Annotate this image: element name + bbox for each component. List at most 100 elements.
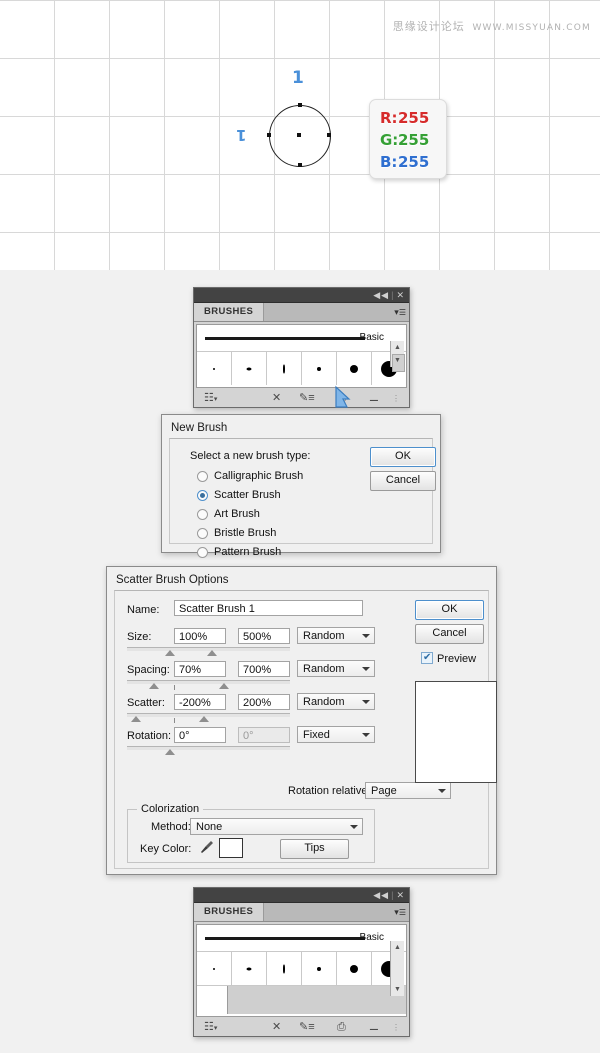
- param-min-input[interactable]: -200%: [174, 694, 226, 710]
- brush-type-option[interactable]: Bristle Brush: [197, 527, 303, 539]
- new-brush-slot[interactable]: [197, 986, 228, 1014]
- delete-brush-icon[interactable]: ⚊: [369, 392, 379, 405]
- param-max-input[interactable]: 500%: [238, 628, 290, 644]
- param-min-input[interactable]: 100%: [174, 628, 226, 644]
- new-brush-dialog[interactable]: New Brush Select a new brush type: Calli…: [161, 414, 441, 558]
- slider-thumb-min[interactable]: [149, 683, 159, 689]
- scroll-down-icon[interactable]: ▼: [392, 355, 403, 366]
- colorization-method-select[interactable]: None: [190, 818, 363, 835]
- scatter-brush-options-dialog[interactable]: Scatter Brush Options Name: Scatter Brus…: [106, 566, 497, 875]
- param-max-input[interactable]: 200%: [238, 694, 290, 710]
- cancel-button[interactable]: Cancel: [415, 624, 484, 644]
- panel-footer[interactable]: ☷▾ ✕ ✎≡ ⎙ ⚊ ⋮: [194, 1019, 409, 1036]
- scroll-down-icon[interactable]: ▼: [392, 984, 403, 995]
- param-label: Rotation:: [127, 730, 172, 742]
- param-slider-track[interactable]: [127, 746, 290, 755]
- collapse-icon[interactable]: ◀◀: [373, 890, 389, 900]
- radio-button[interactable]: [197, 546, 208, 558]
- scroll-up-icon[interactable]: ▲: [392, 342, 403, 353]
- brushes-panel-top[interactable]: ◀◀|✕ BRUSHES ▾☰ Basic ▲ ▼ ☷▾ ✕ ✎≡ ⎙ ⚊ ⋮: [193, 287, 410, 408]
- key-color-swatch[interactable]: [219, 838, 243, 858]
- tips-button[interactable]: Tips: [280, 839, 349, 859]
- options-of-selected-object-icon[interactable]: ✎≡: [299, 1021, 315, 1034]
- slider-thumb-min[interactable]: [165, 749, 175, 755]
- color-readout-blue: B:255: [370, 151, 446, 173]
- brush-type-option[interactable]: Pattern Brush: [197, 546, 303, 558]
- chevron-down-icon: [362, 667, 370, 671]
- brush-libraries-icon[interactable]: ☷▾: [204, 392, 217, 406]
- tab-brushes[interactable]: BRUSHES: [194, 303, 265, 321]
- preview-checkbox-row[interactable]: Preview: [421, 651, 476, 665]
- slider-tick: [174, 718, 175, 723]
- panel-titlebar-controls[interactable]: ◀◀ | ✕: [373, 889, 405, 901]
- cancel-button[interactable]: Cancel: [370, 471, 436, 491]
- brush-type-radio-group[interactable]: Calligraphic Brush Scatter Brush Art Brush…: [197, 470, 303, 565]
- brush-type-option[interactable]: Calligraphic Brush: [197, 470, 303, 482]
- brush-thumbnail[interactable]: [232, 352, 267, 385]
- slider-thumb-max[interactable]: [207, 650, 217, 656]
- close-icon[interactable]: ✕: [396, 890, 405, 900]
- preview-checkbox[interactable]: [421, 651, 433, 664]
- slider-thumb-min[interactable]: [165, 650, 175, 656]
- remove-brush-link-icon[interactable]: ✕: [272, 1021, 281, 1034]
- param-label: Scatter:: [127, 697, 165, 709]
- panel-menu-icon[interactable]: ▾☰: [390, 306, 406, 318]
- brush-stroke-basic-row[interactable]: Basic: [197, 325, 406, 352]
- panel-footer[interactable]: ☷▾ ✕ ✎≡ ⎙ ⚊ ⋮: [194, 390, 409, 407]
- radio-button[interactable]: [197, 508, 208, 520]
- brush-thumbnail[interactable]: [337, 352, 372, 385]
- delete-brush-icon[interactable]: ⚊: [369, 1021, 379, 1034]
- param-max-input[interactable]: 700%: [238, 661, 290, 677]
- radio-button[interactable]: [197, 470, 208, 482]
- param-min-input[interactable]: 0°: [174, 727, 226, 743]
- eyedropper-icon[interactable]: [200, 840, 214, 854]
- close-icon[interactable]: ✕: [396, 290, 405, 300]
- param-mode-select[interactable]: Random: [297, 627, 375, 644]
- panel-menu-icon[interactable]: ▾☰: [390, 906, 406, 918]
- param-mode-select[interactable]: Random: [297, 660, 375, 677]
- brush-thumbnail[interactable]: [197, 952, 232, 985]
- new-brush-icon[interactable]: ⎙: [337, 1021, 346, 1034]
- options-of-selected-object-icon[interactable]: ✎≡: [299, 392, 315, 405]
- radio-button[interactable]: [197, 527, 208, 539]
- brush-thumbnail[interactable]: [197, 352, 232, 385]
- brush-thumbnail[interactable]: [267, 952, 302, 985]
- param-slider-track[interactable]: [127, 647, 290, 656]
- panel-scrollbar[interactable]: ▲ ▼: [390, 941, 404, 996]
- circle-object[interactable]: [267, 103, 331, 167]
- brush-thumbnail[interactable]: [232, 952, 267, 985]
- param-mode-select[interactable]: Random: [297, 693, 375, 710]
- param-mode-select[interactable]: Fixed: [297, 726, 375, 743]
- brush-stroke-basic-row[interactable]: Basic: [197, 925, 406, 952]
- new-brush-row[interactable]: [197, 985, 406, 1014]
- panel-scrollbar[interactable]: ▲ ▼: [390, 341, 405, 372]
- panel-resize-grip[interactable]: ⋮: [392, 1021, 400, 1034]
- slider-thumb-max[interactable]: [199, 716, 209, 722]
- slider-thumb-min[interactable]: [131, 716, 141, 722]
- ok-button[interactable]: OK: [415, 600, 484, 620]
- param-slider-track[interactable]: [127, 713, 290, 723]
- radio-button[interactable]: [197, 489, 208, 501]
- panel-titlebar-controls[interactable]: ◀◀ | ✕: [373, 289, 405, 301]
- brush-type-option[interactable]: Art Brush: [197, 508, 303, 520]
- brush-thumbnail-row[interactable]: [197, 352, 406, 385]
- param-min-input[interactable]: 70%: [174, 661, 226, 677]
- slider-thumb-max[interactable]: [219, 683, 229, 689]
- brush-libraries-icon[interactable]: ☷▾: [204, 1021, 217, 1035]
- brush-thumbnail[interactable]: [302, 952, 337, 985]
- brush-thumbnail[interactable]: [267, 352, 302, 385]
- rotation-relative-select[interactable]: Page: [365, 782, 451, 799]
- collapse-icon[interactable]: ◀◀: [373, 290, 389, 300]
- brushes-panel-bottom[interactable]: ◀◀ | ✕ BRUSHES ▾☰ Basic ▲ ▼ ☷▾ ✕ ✎≡ ⎙ ⚊ ⋮: [193, 887, 410, 1037]
- panel-resize-grip[interactable]: ⋮: [392, 392, 400, 405]
- brush-thumbnail[interactable]: [337, 952, 372, 985]
- scroll-up-icon[interactable]: ▲: [392, 942, 403, 953]
- brush-thumbnail-row[interactable]: [197, 952, 406, 985]
- brush-thumbnail[interactable]: [302, 352, 337, 385]
- tab-brushes[interactable]: BRUSHES: [194, 903, 265, 921]
- ok-button[interactable]: OK: [370, 447, 436, 467]
- brush-name-input[interactable]: Scatter Brush 1: [174, 600, 363, 616]
- param-slider-track[interactable]: [127, 680, 290, 690]
- remove-brush-link-icon[interactable]: ✕: [272, 392, 281, 405]
- brush-type-option[interactable]: Scatter Brush: [197, 489, 303, 501]
